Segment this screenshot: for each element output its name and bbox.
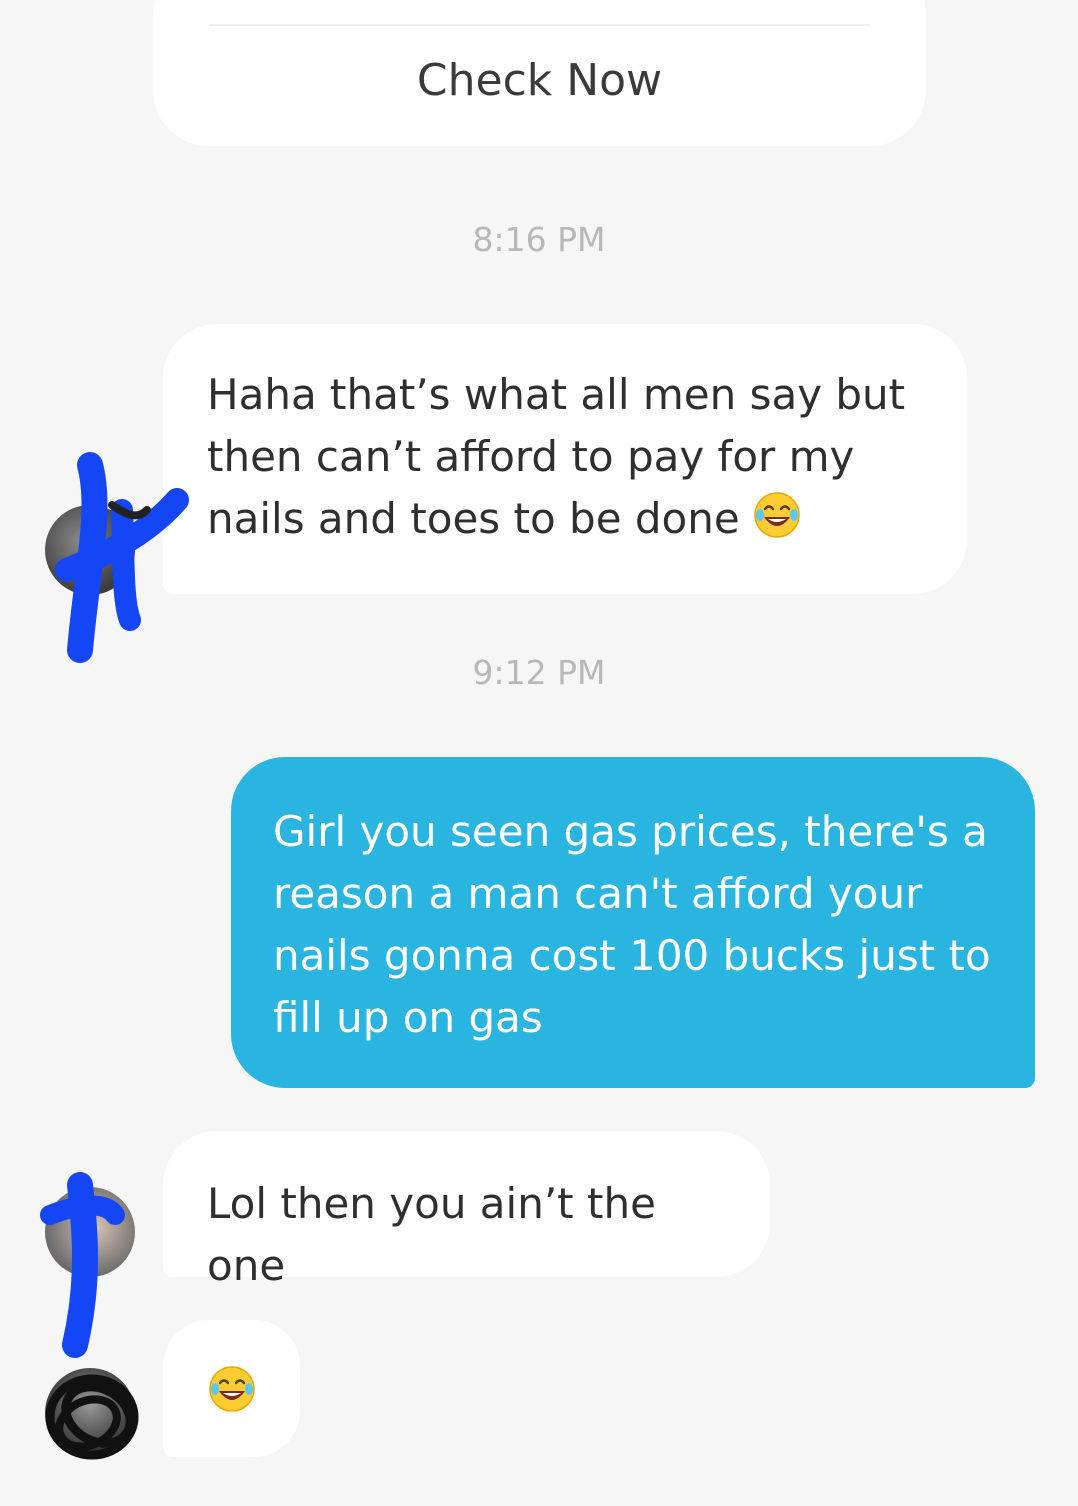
contact-avatar[interactable] bbox=[45, 505, 135, 595]
contact-avatar[interactable] bbox=[45, 1187, 135, 1277]
chat-screen: Check Now 8:16 PM Haha that’s what all m… bbox=[0, 0, 1078, 1506]
promo-card: Check Now bbox=[153, 0, 926, 146]
card-divider bbox=[209, 24, 870, 26]
check-now-button[interactable]: Check Now bbox=[153, 55, 926, 106]
laughing-tears-emoji-icon bbox=[208, 1365, 256, 1413]
contact-avatar[interactable] bbox=[45, 1368, 135, 1458]
outgoing-message[interactable]: Girl you seen gas prices, there's a reas… bbox=[231, 757, 1035, 1088]
laughing-tears-emoji-icon bbox=[753, 491, 801, 539]
incoming-message[interactable]: Haha that’s what all men say but then ca… bbox=[163, 324, 967, 594]
bottom-bar bbox=[0, 1496, 1078, 1506]
message-text: Girl you seen gas prices, there's a reas… bbox=[273, 807, 991, 1042]
timestamp: 9:12 PM bbox=[472, 653, 606, 692]
incoming-message[interactable] bbox=[163, 1320, 300, 1457]
timestamp: 8:16 PM bbox=[472, 220, 606, 259]
incoming-message[interactable]: Lol then you ain’t the one bbox=[163, 1131, 770, 1290]
message-text: Lol then you ain’t the one bbox=[207, 1179, 656, 1290]
